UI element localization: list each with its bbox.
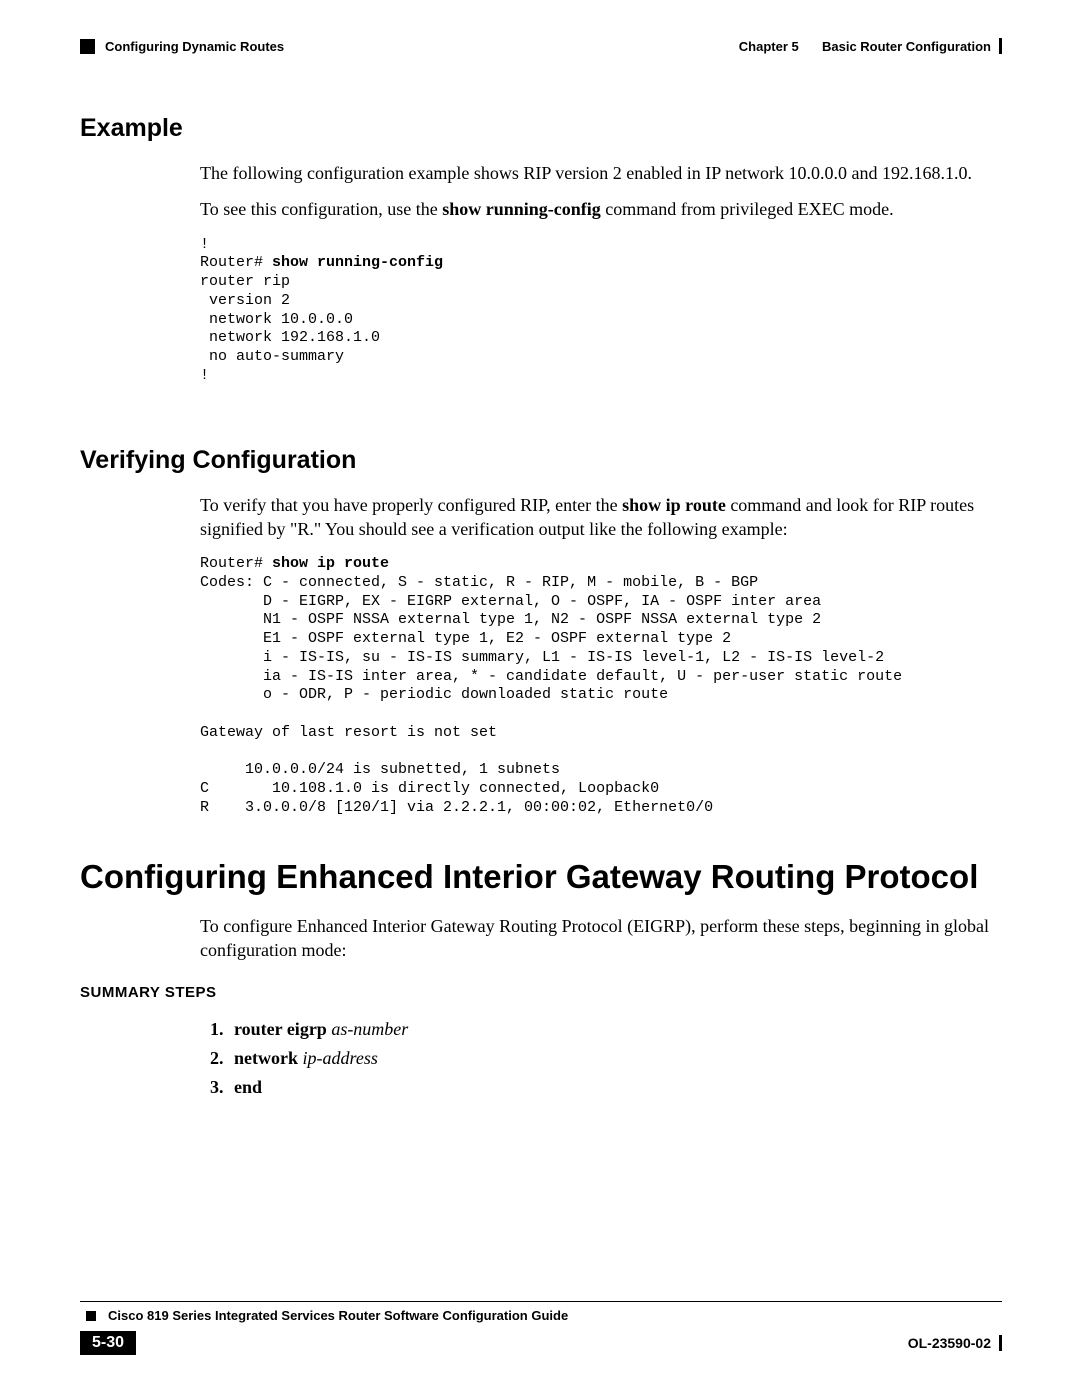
step-cmd: network: [234, 1048, 298, 1068]
header-left: Configuring Dynamic Routes: [80, 39, 284, 54]
step-arg: as-number: [331, 1019, 408, 1039]
inline-command: show ip route: [622, 495, 726, 515]
doc-id: OL-23590-02: [908, 1335, 991, 1351]
heading-example: Example: [80, 114, 1002, 143]
page-footer: Cisco 819 Series Integrated Services Rou…: [80, 1301, 1002, 1355]
step-cmd: router eigrp: [234, 1019, 327, 1039]
text-segment: command from privileged EXEC mode.: [601, 199, 894, 219]
square-bullet-icon: [86, 1311, 96, 1321]
verifying-code-block: Router# show ip route Codes: C - connect…: [200, 555, 1002, 818]
step-arg: ip-address: [303, 1048, 378, 1068]
footer-rule: [80, 1301, 1002, 1302]
code-output: Codes: C - connected, S - static, R - RI…: [200, 574, 902, 816]
page-header: Configuring Dynamic Routes Chapter 5 Bas…: [80, 38, 1002, 54]
code-prompt: Router#: [200, 555, 272, 572]
footer-bottom: 5-30 OL-23590-02: [80, 1331, 1002, 1355]
step-item: router eigrp as-number: [228, 1015, 1002, 1044]
example-body: The following configuration example show…: [200, 161, 992, 222]
text-segment: To see this configuration, use the: [200, 199, 442, 219]
chapter-label: Chapter 5: [739, 39, 799, 54]
header-right: Chapter 5 Basic Router Configuration: [739, 38, 1002, 54]
page-number: 5-30: [80, 1331, 136, 1355]
eigrp-body: To configure Enhanced Interior Gateway R…: [200, 914, 992, 963]
code-output: router rip version 2 network 10.0.0.0 ne…: [200, 273, 380, 384]
header-section-left: Configuring Dynamic Routes: [105, 39, 284, 54]
inline-command: show running-config: [442, 199, 601, 219]
summary-steps-list: router eigrp as-number network ip-addres…: [228, 1015, 1002, 1101]
step-item: network ip-address: [228, 1044, 1002, 1073]
chapter-title: Basic Router Configuration: [822, 39, 991, 54]
vertical-bar-icon: [999, 1335, 1002, 1351]
step-item: end: [228, 1073, 1002, 1102]
square-bullet-icon: [80, 39, 95, 54]
example-p1: The following configuration example show…: [200, 161, 992, 185]
verifying-body: To verify that you have properly configu…: [200, 493, 992, 542]
code-prompt: Router#: [200, 254, 272, 271]
summary-steps-label: SUMMARY STEPS: [80, 984, 1002, 1001]
example-p2: To see this configuration, use the show …: [200, 197, 992, 221]
eigrp-p1: To configure Enhanced Interior Gateway R…: [200, 914, 992, 963]
footer-title-row: Cisco 819 Series Integrated Services Rou…: [86, 1308, 1002, 1323]
heading-verifying: Verifying Configuration: [80, 446, 1002, 475]
guide-title: Cisco 819 Series Integrated Services Rou…: [108, 1308, 568, 1323]
example-code-block: ! Router# show running-config router rip…: [200, 236, 1002, 386]
heading-eigrp: Configuring Enhanced Interior Gateway Ro…: [80, 858, 1002, 896]
text-segment: To verify that you have properly configu…: [200, 495, 622, 515]
verifying-p1: To verify that you have properly configu…: [200, 493, 992, 542]
doc-id-group: OL-23590-02: [908, 1335, 1002, 1351]
code-command: show ip route: [272, 555, 389, 572]
code-command: show running-config: [272, 254, 443, 271]
vertical-bar-icon: [999, 38, 1002, 54]
document-page: Configuring Dynamic Routes Chapter 5 Bas…: [0, 0, 1080, 1397]
step-cmd: end: [234, 1077, 262, 1097]
